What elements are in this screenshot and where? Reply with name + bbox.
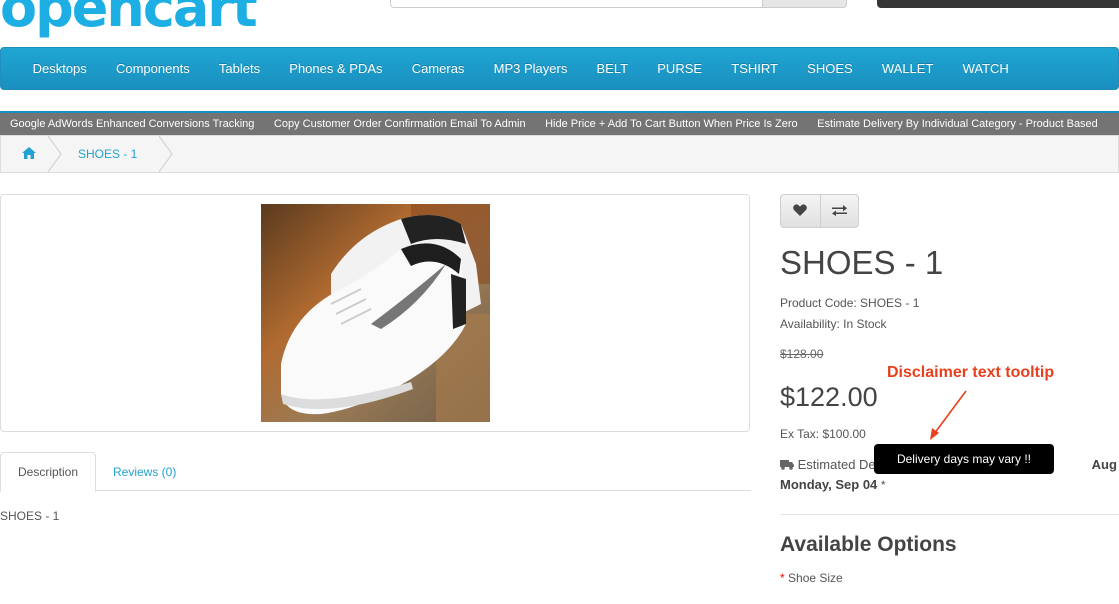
annotation-arrow-icon [930, 390, 967, 440]
product-code: Product Code: SHOES - 1 [780, 296, 920, 310]
delivery-prefix: Estimated De [797, 457, 876, 472]
product-price: $122.00 [780, 382, 878, 412]
compare-icon [831, 204, 847, 219]
delivery-disclaimer-tooltip: Delivery days may vary !! [874, 444, 1054, 474]
logo-text: opencart [0, 0, 258, 38]
home-icon [21, 146, 36, 162]
ext-link-copy-order-email[interactable]: Copy Customer Order Confirmation Email T… [274, 118, 526, 130]
tab-description[interactable]: Description [0, 452, 96, 492]
cart-button[interactable] [877, 0, 1119, 8]
old-price: $128.00 [780, 347, 824, 361]
menu-item-desktops[interactable]: Desktops [18, 61, 101, 76]
menu-item-phones-pdas[interactable]: Phones & PDAs [275, 61, 397, 76]
breadcrumb-home[interactable] [1, 136, 62, 172]
breadcrumb: SHOES - 1 [0, 135, 1119, 173]
annotation-label: Disclaimer text tooltip [887, 364, 1055, 381]
menu-item-shoes[interactable]: SHOES [793, 61, 868, 76]
add-to-wishlist-button[interactable] [781, 195, 820, 227]
delivery-date-start: Aug 30 [1091, 457, 1119, 472]
menu-item-mp3-players[interactable]: MP3 Players [479, 61, 582, 76]
menu-item-watch[interactable]: WATCH [948, 61, 1023, 76]
main-menu: Desktops Components Tablets Phones & PDA… [0, 47, 1119, 90]
store-logo[interactable]: opencart [0, 0, 360, 38]
menu-item-wallet[interactable]: WALLET [867, 61, 948, 76]
compare-button[interactable] [819, 195, 859, 227]
search-button[interactable] [762, 0, 847, 8]
divider [780, 514, 1119, 515]
wishlist-compare-group [780, 194, 859, 228]
description-text: SHOES - 1 [0, 509, 60, 523]
shoe-size-text: Shoe Size [788, 571, 843, 585]
ext-link-adwords[interactable]: Google AdWords Enhanced Conversions Trac… [10, 118, 254, 130]
breadcrumb-item-current[interactable]: SHOES - 1 [56, 136, 173, 172]
available-options-heading: Available Options [780, 533, 957, 556]
product-availability: Availability: In Stock [780, 317, 887, 331]
required-mark: * [780, 571, 785, 585]
extension-links-bar: Google AdWords Enhanced Conversions Trac… [0, 111, 1119, 135]
heart-icon [793, 203, 808, 219]
product-image-box [0, 194, 750, 432]
truck-icon [780, 457, 798, 472]
menu-item-tablets[interactable]: Tablets [204, 61, 274, 76]
product-tabs: Description Reviews (0) [0, 452, 751, 492]
tab-reviews[interactable]: Reviews (0) [113, 452, 176, 491]
ext-link-hide-price[interactable]: Hide Price + Add To Cart Button When Pri… [545, 118, 798, 130]
estimated-delivery-end: Monday, Sep 04 * [780, 477, 886, 492]
shoe-size-label: * Shoe Size [780, 571, 843, 585]
menu-item-cameras[interactable]: Cameras [397, 61, 479, 76]
menu-item-components[interactable]: Components [101, 61, 204, 76]
ext-link-estimate-delivery[interactable]: Estimate Delivery By Individual Category… [817, 118, 1098, 130]
breadcrumb-label: SHOES - 1 [78, 147, 138, 161]
breadcrumb-separator [159, 136, 173, 172]
ex-tax-price: Ex Tax: $100.00 [780, 427, 866, 441]
search-input[interactable] [390, 0, 763, 8]
product-image[interactable] [261, 204, 490, 422]
menu-item-purse[interactable]: PURSE [643, 61, 717, 76]
delivery-date-end: Monday, Sep 04 [780, 477, 878, 492]
delivery-disclaimer-trigger[interactable]: * [881, 478, 886, 492]
product-title: SHOES - 1 [780, 244, 944, 281]
menu-item-tshirt[interactable]: TSHIRT [717, 61, 793, 76]
menu-item-belt[interactable]: BELT [582, 61, 643, 76]
